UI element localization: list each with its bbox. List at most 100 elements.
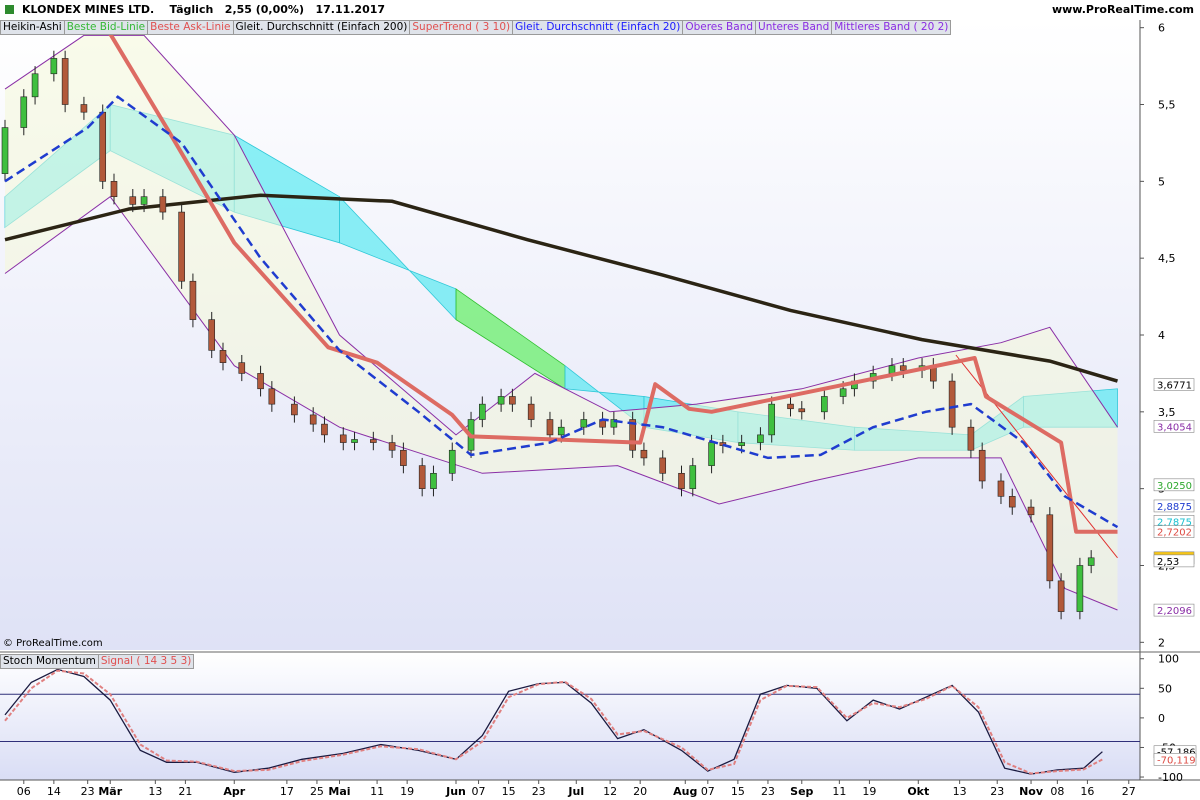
- time-tick-label: 06: [17, 785, 31, 798]
- time-tick-label: Mär: [98, 785, 122, 798]
- legend-item-7[interactable]: Unteres Band: [755, 20, 832, 35]
- candle-down: [527, 403, 535, 420]
- time-tick-label: 23: [532, 785, 546, 798]
- time-tick-label: Jul: [567, 785, 584, 798]
- legend-item-5[interactable]: Gleit. Durchschnitt (Einfach 20): [512, 20, 683, 35]
- price-label: 3,6771: [1157, 381, 1192, 392]
- time-tick-label: 20: [633, 785, 647, 798]
- price-label: 2,7202: [1157, 528, 1192, 539]
- candle-down: [1027, 506, 1035, 516]
- legend-item-4[interactable]: SuperTrend ( 3 10): [409, 20, 513, 35]
- time-tick-label: 17: [280, 785, 294, 798]
- candle-down: [309, 414, 317, 425]
- chart-title-bar: KLONDEX MINES LTD. Täglich 2,55 (0,00%) …: [0, 0, 1200, 20]
- candle-up: [20, 96, 28, 128]
- candle-down: [99, 111, 107, 182]
- stoch-legend: Stoch Momentum Signal ( 14 3 5 3): [0, 654, 195, 669]
- time-tick-label: 23: [761, 785, 775, 798]
- candle-up: [448, 449, 456, 474]
- time-tick-label: 27: [1122, 785, 1136, 798]
- candle-down: [787, 403, 794, 410]
- candle-down: [257, 373, 264, 390]
- candle-up: [50, 58, 58, 75]
- candle-down: [659, 457, 667, 474]
- time-tick-label: 15: [731, 785, 745, 798]
- candle-down: [678, 472, 685, 489]
- time-tick-label: Okt: [907, 785, 929, 798]
- candle-up: [140, 196, 148, 205]
- time-tick-label: 08: [1050, 785, 1064, 798]
- legend-item-1[interactable]: Beste Bid-Linie: [63, 20, 148, 35]
- candle-down: [61, 58, 69, 105]
- time-tick-label: 13: [148, 785, 162, 798]
- price-label: 3,0250: [1157, 481, 1192, 492]
- candle-down: [159, 196, 167, 213]
- price-axis-background: [1140, 20, 1200, 780]
- site-url[interactable]: www.ProRealTime.com: [1052, 3, 1194, 16]
- time-tick-label: 11: [370, 785, 384, 798]
- legend-item-6[interactable]: Oberes Band: [682, 20, 756, 35]
- candle-down: [899, 365, 907, 371]
- candle-up: [430, 472, 437, 489]
- candle-up: [708, 442, 715, 466]
- time-tick-label: Sep: [790, 785, 813, 798]
- candle-up: [31, 73, 39, 98]
- chart-title: KLONDEX MINES LTD. Täglich 2,55 (0,00%) …: [22, 3, 386, 16]
- price-tick-label: 4: [1158, 329, 1165, 342]
- time-tick-label: Nov: [1019, 785, 1044, 798]
- candle-down: [400, 449, 407, 466]
- candle-down: [1057, 580, 1065, 612]
- candle-down: [948, 380, 956, 428]
- time-tick-label: 07: [472, 785, 486, 798]
- stoch-value-label: -70,119: [1157, 755, 1196, 766]
- candle-down: [80, 104, 88, 113]
- candle-up: [557, 426, 565, 436]
- candle-up: [821, 396, 828, 413]
- indicator-legend: Heikin-Ashi Beste Bid-Linie Beste Ask-Lini…: [0, 20, 952, 35]
- candle-down: [268, 388, 276, 405]
- legend-item-3[interactable]: Gleit. Durchschnitt (Einfach 200): [232, 20, 410, 35]
- time-tick-label: 13: [953, 785, 967, 798]
- time-tick-label: 25: [310, 785, 324, 798]
- copyright: © ProRealTime.com: [3, 638, 103, 649]
- candle-up: [888, 365, 896, 374]
- legend-item-2[interactable]: Beste Ask-Linie: [147, 20, 233, 35]
- candle-down: [189, 280, 197, 320]
- candle-down: [640, 449, 648, 459]
- time-tick-label: 23: [990, 785, 1004, 798]
- time-tick-label: 23: [81, 785, 95, 798]
- time-tick-label: 14: [47, 785, 61, 798]
- legend-item-8[interactable]: Mittleres Band ( 20 2): [831, 20, 952, 35]
- candle-down: [370, 439, 377, 443]
- candle-up: [479, 403, 486, 420]
- price-label: 3,4054: [1157, 422, 1192, 433]
- candle-up: [351, 439, 358, 443]
- candle-down: [178, 211, 185, 282]
- price-chart[interactable]: 65,554,543,532,523,67713,40543,02502,887…: [0, 0, 1200, 800]
- stoch-legend-item-0[interactable]: Stoch Momentum: [0, 654, 98, 669]
- candle-down: [129, 196, 137, 205]
- candle-down: [208, 319, 216, 351]
- time-tick-label: Aug: [673, 785, 697, 798]
- stoch-legend-item-1[interactable]: Signal ( 14 3 5 3): [97, 654, 195, 669]
- price-tick-label: 4,5: [1158, 252, 1176, 265]
- time-tick-label: Mai: [328, 785, 350, 798]
- price-label: 2,2096: [1157, 606, 1192, 617]
- time-tick-label: Apr: [223, 785, 245, 798]
- price-tick-label: 5,5: [1158, 99, 1176, 112]
- candle-up: [757, 434, 764, 443]
- candle-up: [839, 388, 847, 397]
- time-tick-label: 19: [400, 785, 414, 798]
- price-tick-label: 3,5: [1158, 406, 1176, 419]
- price-label: 2,8875: [1157, 502, 1192, 513]
- candle-down: [798, 408, 806, 413]
- instrument-color-square: [5, 5, 14, 14]
- candle-down: [546, 419, 554, 436]
- time-tick-label: 21: [178, 785, 192, 798]
- candle-up: [580, 419, 588, 428]
- time-tick-label: 16: [1080, 785, 1094, 798]
- candle-down: [388, 442, 396, 451]
- legend-item-0[interactable]: Heikin-Ashi: [0, 20, 64, 35]
- candle-down: [997, 480, 1005, 497]
- stoch-tick-label: -100: [1158, 771, 1183, 784]
